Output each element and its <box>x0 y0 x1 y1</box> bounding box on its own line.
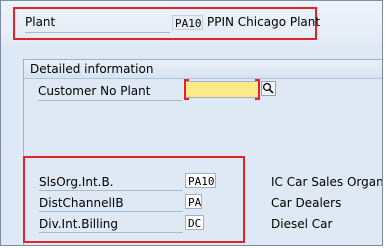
sales-org-description: IC Car Sales Organiz <box>271 175 383 189</box>
plant-description: PPIN Chicago Plant <box>207 15 321 29</box>
division-label: Div.Int.Billing <box>39 217 119 231</box>
dist-channel-underline <box>39 211 183 212</box>
dist-channel-label: DistChannelIB <box>39 196 124 210</box>
customer-no-plant-label: Customer No Plant <box>38 84 151 98</box>
focus-bracket-left <box>184 79 189 100</box>
sales-org-underline <box>39 190 183 191</box>
dist-channel-description: Car Dealers <box>271 196 342 210</box>
division-field[interactable]: DC <box>185 215 204 230</box>
frame-title: Detailed information <box>24 60 382 79</box>
sap-screen: Plant PA10 PPIN Chicago Plant Detailed i… <box>0 0 383 246</box>
customer-label-underline <box>38 100 182 101</box>
division-underline <box>39 232 183 233</box>
plant-field[interactable]: PA10 <box>172 15 203 30</box>
sales-org-label: SlsOrg.Int.B. <box>39 175 114 189</box>
dist-channel-field[interactable]: PA <box>185 194 202 209</box>
focus-bracket-right <box>255 79 260 100</box>
sales-org-field[interactable]: PA10 <box>185 173 216 188</box>
division-description: Diesel Car <box>271 217 333 231</box>
search-icon <box>262 82 274 94</box>
plant-label-underline <box>25 32 170 33</box>
plant-label: Plant <box>25 15 56 29</box>
search-help-button[interactable] <box>261 81 276 96</box>
customer-no-plant-input[interactable] <box>184 79 260 100</box>
